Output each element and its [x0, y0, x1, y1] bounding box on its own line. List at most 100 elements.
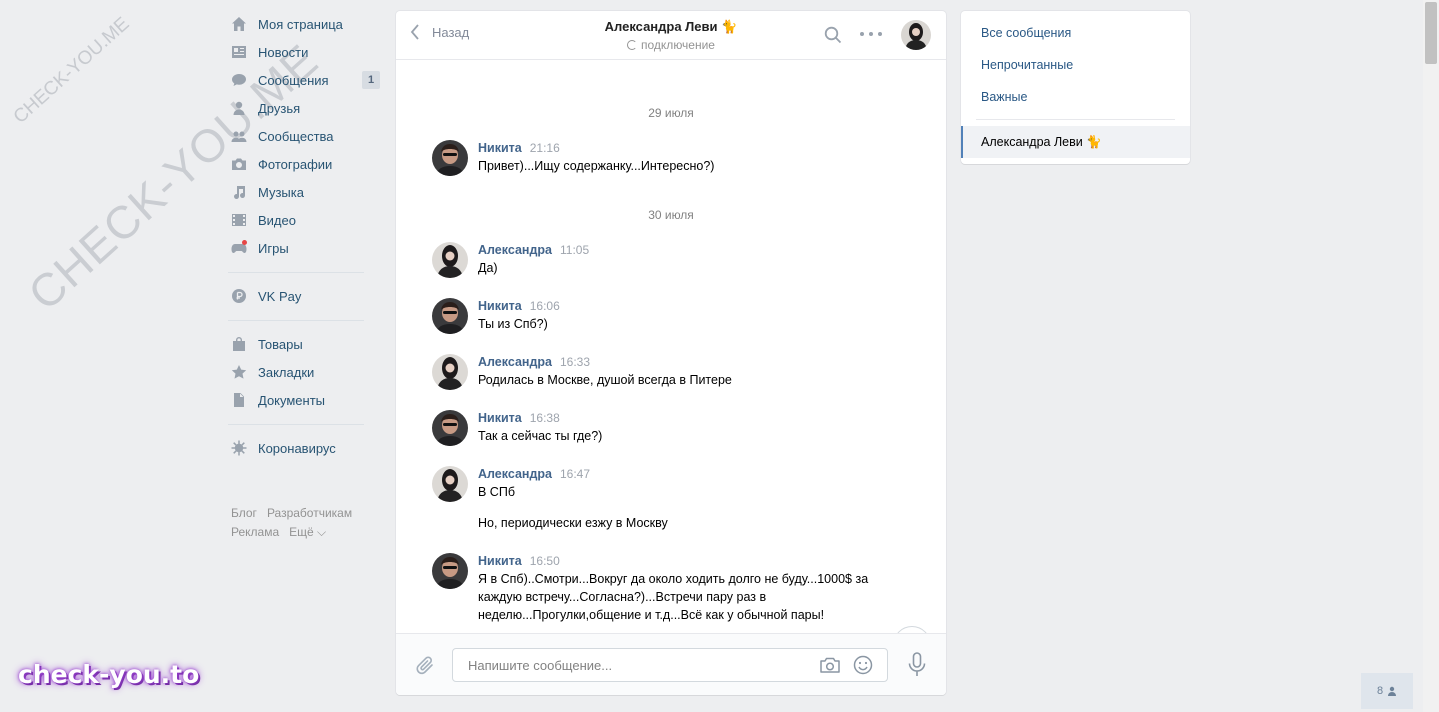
- message-text: Я в Спб)..Смотри...Вокруг да около ходит…: [478, 572, 869, 622]
- home-icon: [230, 15, 248, 33]
- sidebar-item-label: Друзья: [258, 100, 301, 116]
- filter-unread[interactable]: Непрочитанные: [981, 58, 1073, 72]
- sidebar-item-label: Документы: [258, 392, 326, 408]
- sidebar-item-photos[interactable]: Фотографии: [228, 150, 380, 178]
- message-author[interactable]: Александра: [478, 467, 552, 481]
- message-author[interactable]: Александра: [478, 355, 552, 369]
- chat-title-name: Александра Леви: [604, 19, 718, 34]
- sidebar-item-messages[interactable]: Сообщения 1: [228, 66, 380, 94]
- notification-dot: [242, 240, 247, 245]
- footer-link-more[interactable]: Ещё ⌵: [289, 525, 326, 539]
- sidebar-item-bookmarks[interactable]: Закладки: [228, 358, 380, 386]
- message-time[interactable]: 16:38: [530, 411, 560, 425]
- message-author[interactable]: Никита: [478, 411, 522, 425]
- sidebar-footer: Блог Разработчикам Реклама Ещё ⌵: [228, 504, 380, 542]
- sidebar-item-label: Моя страница: [258, 16, 343, 32]
- sidebar-item-games[interactable]: Игры: [228, 234, 380, 262]
- bag-icon: [230, 335, 248, 353]
- message-author[interactable]: Никита: [478, 299, 522, 313]
- emoji-icon[interactable]: [853, 655, 873, 675]
- avatar[interactable]: [432, 140, 468, 176]
- sidebar-divider: [228, 272, 364, 273]
- brand-watermark: check-you.to: [18, 660, 200, 689]
- chat-header: Назад Александра Леви 🐈 подключение: [396, 11, 946, 60]
- message-input[interactable]: [466, 657, 810, 674]
- active-conversation-item[interactable]: Александра Леви 🐈: [961, 126, 1190, 158]
- watermark-small: CHECK-YOU.ME: [9, 13, 134, 128]
- sidebar-item-label: Товары: [258, 336, 303, 352]
- sidebar-item-video[interactable]: Видео: [228, 206, 380, 234]
- status-text: подключение: [641, 38, 715, 52]
- sidebar-divider: [228, 424, 364, 425]
- document-icon: [230, 391, 248, 409]
- sidebar-item-coronavirus[interactable]: Коронавирус: [228, 434, 380, 462]
- message-filters: Все сообщения Непрочитанные Важные Алекс…: [961, 11, 1190, 164]
- paperclip-icon[interactable]: [415, 655, 437, 677]
- sidebar-item-documents[interactable]: Документы: [228, 386, 380, 414]
- sidebar-item-music[interactable]: Музыка: [228, 178, 380, 206]
- date-separator: 29 июля: [648, 106, 694, 120]
- sidebar-item-label: VK Pay: [258, 288, 302, 304]
- sidebar-item-label: Закладки: [258, 364, 315, 380]
- sidebar-item-label: Коронавирус: [258, 440, 336, 456]
- message-time[interactable]: 21:16: [530, 141, 560, 155]
- cat-emoji: 🐈: [721, 19, 738, 34]
- online-friends-button[interactable]: 8: [1361, 673, 1413, 709]
- filter-all-messages[interactable]: Все сообщения: [981, 26, 1071, 40]
- sidebar-item-label: Музыка: [258, 184, 304, 200]
- sidebar-item-goods[interactable]: Товары: [228, 330, 380, 358]
- sidebar-item-groups[interactable]: Сообщества: [228, 122, 380, 150]
- avatar[interactable]: [432, 410, 468, 446]
- sidebar-item-my-page[interactable]: Моя страница: [228, 10, 380, 38]
- sidebar-item-news[interactable]: Новости: [228, 38, 380, 66]
- message-author[interactable]: Никита: [478, 141, 522, 155]
- friends-icon: [230, 99, 248, 117]
- footer-link-blog[interactable]: Блог: [231, 506, 257, 520]
- news-icon: [230, 43, 248, 61]
- page-scrollbar[interactable]: [1423, 0, 1439, 712]
- camera-icon[interactable]: [819, 656, 841, 674]
- sidebar-divider: [228, 320, 364, 321]
- message-author[interactable]: Никита: [478, 554, 522, 568]
- user-icon: [1388, 686, 1397, 696]
- vkpay-icon: [230, 287, 248, 305]
- left-sidebar: Моя страница Новости Сообщения 1 Друзья …: [228, 10, 380, 542]
- avatar[interactable]: [432, 553, 468, 589]
- chat-panel: Назад Александра Леви 🐈 подключение 29 и…: [396, 11, 946, 695]
- microphone-icon[interactable]: [907, 652, 927, 678]
- message-time[interactable]: 16:06: [530, 299, 560, 313]
- message-time[interactable]: 16:47: [560, 467, 590, 481]
- unread-badge: 1: [362, 71, 380, 89]
- message-text: Да): [478, 261, 498, 275]
- messages-icon: [230, 71, 248, 89]
- message-text: Родилась в Москве, душой всегда в Питере: [478, 373, 732, 387]
- message-text: Привет)...Ищу содержанку...Интересно?): [478, 159, 715, 173]
- message-time[interactable]: 16:33: [560, 355, 590, 369]
- sidebar-item-vkpay[interactable]: VK Pay: [228, 282, 380, 310]
- footer-link-ads[interactable]: Реклама: [231, 525, 279, 539]
- filter-important[interactable]: Важные: [981, 90, 1028, 104]
- sidebar-item-friends[interactable]: Друзья: [228, 94, 380, 122]
- filter-divider: [976, 119, 1175, 120]
- message-text: Но, периодически езжу в Москву: [478, 516, 668, 530]
- avatar[interactable]: [432, 466, 468, 502]
- footer-link-developers[interactable]: Разработчикам: [267, 506, 352, 520]
- message-author[interactable]: Александра: [478, 243, 552, 257]
- star-icon: [230, 363, 248, 381]
- avatar[interactable]: [432, 298, 468, 334]
- sidebar-item-label: Сообщения: [258, 72, 329, 88]
- chat-avatar[interactable]: [901, 20, 931, 50]
- more-actions-icon[interactable]: [860, 25, 882, 43]
- search-icon[interactable]: [824, 26, 842, 44]
- message-time[interactable]: 16:50: [530, 554, 560, 568]
- avatar[interactable]: [432, 354, 468, 390]
- sidebar-item-label: Новости: [258, 44, 309, 60]
- message-history[interactable]: 29 июля Никита 21:16 Привет)...Ищу содерж…: [396, 60, 946, 664]
- message-text: В СПб: [478, 485, 515, 499]
- message-composer: [396, 633, 946, 695]
- message-time[interactable]: 11:05: [560, 243, 589, 257]
- sidebar-item-label: Игры: [258, 240, 289, 256]
- avatar[interactable]: [432, 242, 468, 278]
- scrollbar-thumb[interactable]: [1425, 2, 1437, 64]
- camera-icon: [230, 155, 248, 173]
